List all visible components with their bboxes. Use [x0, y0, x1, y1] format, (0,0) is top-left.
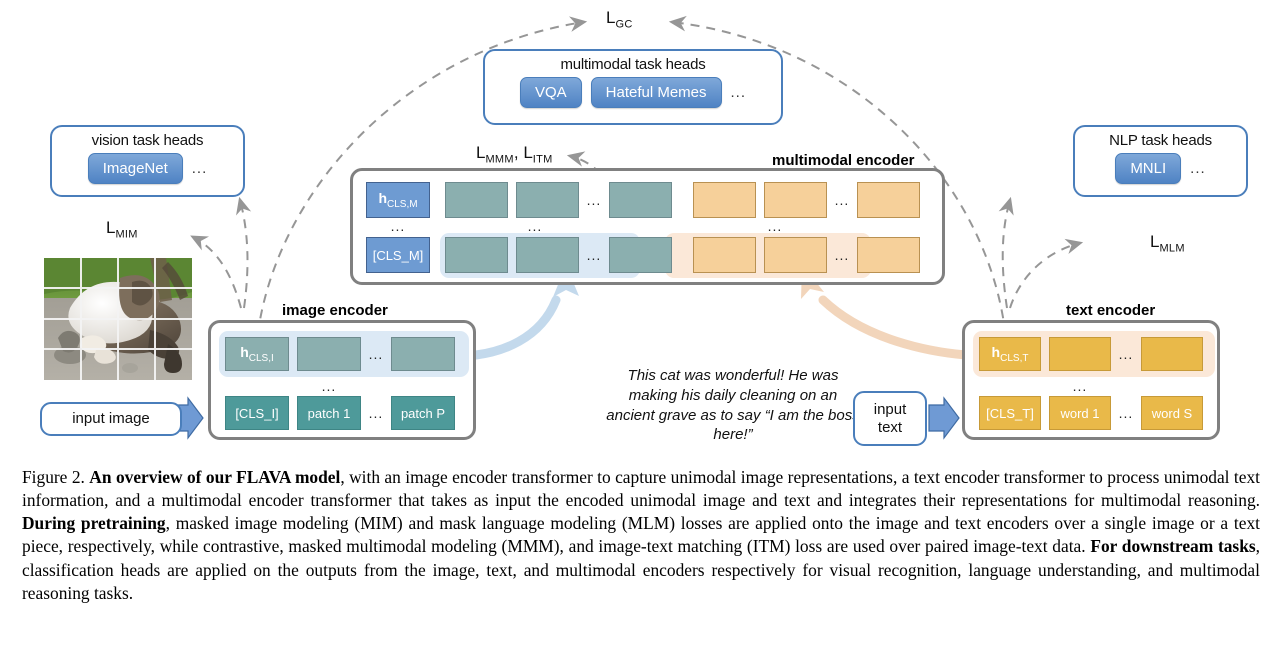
image-input-patch-p: patch P	[391, 396, 455, 430]
multimodal-input-image-token	[445, 237, 508, 273]
multimodal-hidden-text-token	[764, 182, 827, 218]
input-image-photo	[44, 258, 192, 380]
loss-label-mmm-itm: LMMM, LITM	[476, 143, 553, 166]
image-input-cls-token: [CLS_I]	[225, 396, 289, 430]
text-hidden-token	[1049, 337, 1111, 371]
text-input-word-1: word 1	[1049, 396, 1111, 430]
input-text-label-line: input text	[873, 401, 907, 436]
text-input-cls-token: [CLS_T]	[979, 396, 1041, 430]
vision-task-heads-panel: vision task heads ImageNet ...	[50, 125, 245, 197]
image-input-ellipsis: ...	[368, 405, 384, 421]
text-input-ellipsis: ...	[1118, 405, 1134, 421]
caption-bold-1: An overview of our FLAVA model	[89, 467, 341, 487]
multimodal-task-heads-title: multimodal task heads	[560, 56, 706, 73]
nlp-task-heads-row: MNLI ...	[1115, 153, 1205, 184]
caption-bold-3: For downstream tasks	[1090, 536, 1256, 557]
multimodal-input-text-ellipsis: ...	[834, 247, 850, 263]
multimodal-hidden-cls-token: hCLS,M	[366, 182, 430, 218]
text-encoder-label: text encoder	[1066, 302, 1156, 319]
vision-task-heads-row: ImageNet ...	[87, 153, 208, 184]
nlp-task-heads-ellipsis: ...	[1190, 160, 1206, 177]
task-head-hateful-memes[interactable]: Hateful Memes	[590, 77, 722, 108]
multimodal-input-text-token	[764, 237, 827, 273]
input-text-flow-arrow	[928, 396, 960, 440]
multimodal-cls-vertical-ellipsis: ...	[390, 218, 406, 234]
image-encoder-vertical-ellipsis: ...	[321, 378, 337, 394]
multimodal-input-image-ellipsis: ...	[586, 247, 602, 263]
multimodal-encoder-label: multimodal encoder	[772, 152, 915, 169]
loss-label-gc: LGC	[606, 8, 633, 31]
multimodal-hidden-image-token	[609, 182, 672, 218]
multimodal-input-image-token	[609, 237, 672, 273]
input-image-label-box: input image	[40, 402, 182, 436]
mim-loss-arrow	[190, 235, 242, 309]
nlp-heads-arrow	[998, 196, 1014, 309]
multimodal-hidden-text-token	[693, 182, 756, 218]
multimodal-task-heads-row: VQA Hateful Memes ...	[519, 77, 747, 108]
text-input-word-s: word S	[1141, 396, 1203, 430]
text-encoder-container: hCLS,T ... ... [CLS_T] word 1 ... word S	[962, 320, 1220, 440]
image-hidden-token	[297, 337, 361, 371]
image-hidden-ellipsis: ...	[368, 346, 384, 362]
multimodal-task-heads-panel: multimodal task heads VQA Hateful Memes …	[483, 49, 783, 125]
input-text-label-box: input text	[853, 391, 927, 446]
task-head-vqa[interactable]: VQA	[519, 77, 582, 108]
multimodal-hidden-image-token	[445, 182, 508, 218]
multimodal-hidden-image-ellipsis: ...	[586, 192, 602, 208]
multimodal-hidden-text-ellipsis: ...	[834, 192, 850, 208]
task-head-imagenet[interactable]: ImageNet	[87, 153, 183, 184]
nlp-task-heads-panel: NLP task heads MNLI ...	[1073, 125, 1248, 197]
loss-label-mim: LMIM	[106, 218, 138, 241]
figure-caption: Figure 2. An overview of our FLAVA model…	[22, 466, 1260, 605]
image-input-patch-1: patch 1	[297, 396, 361, 430]
multimodal-input-text-token	[693, 237, 756, 273]
multimodal-image-vertical-ellipsis: ...	[527, 218, 543, 234]
multimodal-task-heads-ellipsis: ...	[730, 84, 747, 101]
flava-architecture-figure: LGC multimodal task heads VQA Hateful Me…	[0, 0, 1280, 460]
image-encoder-label: image encoder	[282, 302, 388, 319]
vision-task-heads-ellipsis: ...	[191, 160, 208, 177]
caption-figure-number: Figure 2.	[22, 467, 85, 487]
multimodal-input-image-token	[516, 237, 579, 273]
loss-label-mlm: LMLM	[1150, 232, 1185, 255]
text-hidden-cls-token: hCLS,T	[979, 337, 1041, 371]
nlp-task-heads-title: NLP task heads	[1109, 132, 1212, 149]
text-hidden-token	[1141, 337, 1203, 371]
task-head-mnli[interactable]: MNLI	[1115, 153, 1182, 184]
vision-task-heads-title: vision task heads	[91, 132, 204, 149]
multimodal-encoder-container: hCLS,M ... ... ... ... ... [CLS_M] ... .…	[350, 168, 945, 285]
image-encoder-container: hCLS,I ... ... [CLS_I] patch 1 ... patch…	[208, 320, 476, 440]
multimodal-text-vertical-ellipsis: ...	[767, 218, 783, 234]
sample-caption-text: This cat was wonderful! He was making hi…	[606, 367, 860, 444]
caption-bold-2: During pretraining	[22, 513, 166, 534]
multimodal-input-text-token	[857, 237, 920, 273]
multimodal-hidden-image-token	[516, 182, 579, 218]
image-hidden-token	[391, 337, 455, 371]
text-encoder-vertical-ellipsis: ...	[1072, 378, 1088, 394]
mlm-loss-arrow	[1009, 238, 1084, 309]
multimodal-hidden-text-token	[857, 182, 920, 218]
image-hidden-cls-token: hCLS,I	[225, 337, 289, 371]
caption-text-2: , masked image modeling (MIM) and mask l…	[22, 513, 1260, 557]
multimodal-input-cls-token: [CLS_M]	[366, 237, 430, 273]
text-hidden-ellipsis: ...	[1118, 346, 1134, 362]
vision-heads-arrow	[236, 196, 252, 309]
